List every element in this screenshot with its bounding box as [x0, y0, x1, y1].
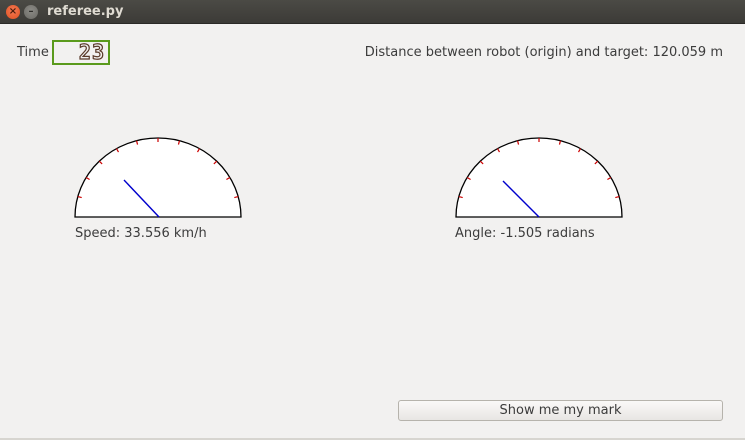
- time-value: 23: [78, 40, 105, 64]
- title-bar: × – referee.py: [0, 0, 745, 24]
- angle-gauge: [454, 136, 624, 220]
- minimize-window-button[interactable]: –: [24, 5, 38, 19]
- distance-readout: Distance between robot (origin) and targ…: [364, 45, 723, 60]
- time-display: 23: [52, 40, 110, 65]
- window-title: referee.py: [47, 4, 124, 19]
- time-label: Time: [17, 45, 49, 60]
- speed-gauge: [73, 136, 243, 220]
- angle-gauge-dial: [455, 137, 623, 218]
- speed-gauge-dial: [74, 137, 242, 218]
- angle-label: Angle: -1.505 radians: [455, 226, 595, 241]
- close-window-button[interactable]: ×: [6, 5, 20, 19]
- speed-label: Speed: 33.556 km/h: [75, 226, 207, 241]
- show-mark-button[interactable]: Show me my mark: [398, 400, 723, 421]
